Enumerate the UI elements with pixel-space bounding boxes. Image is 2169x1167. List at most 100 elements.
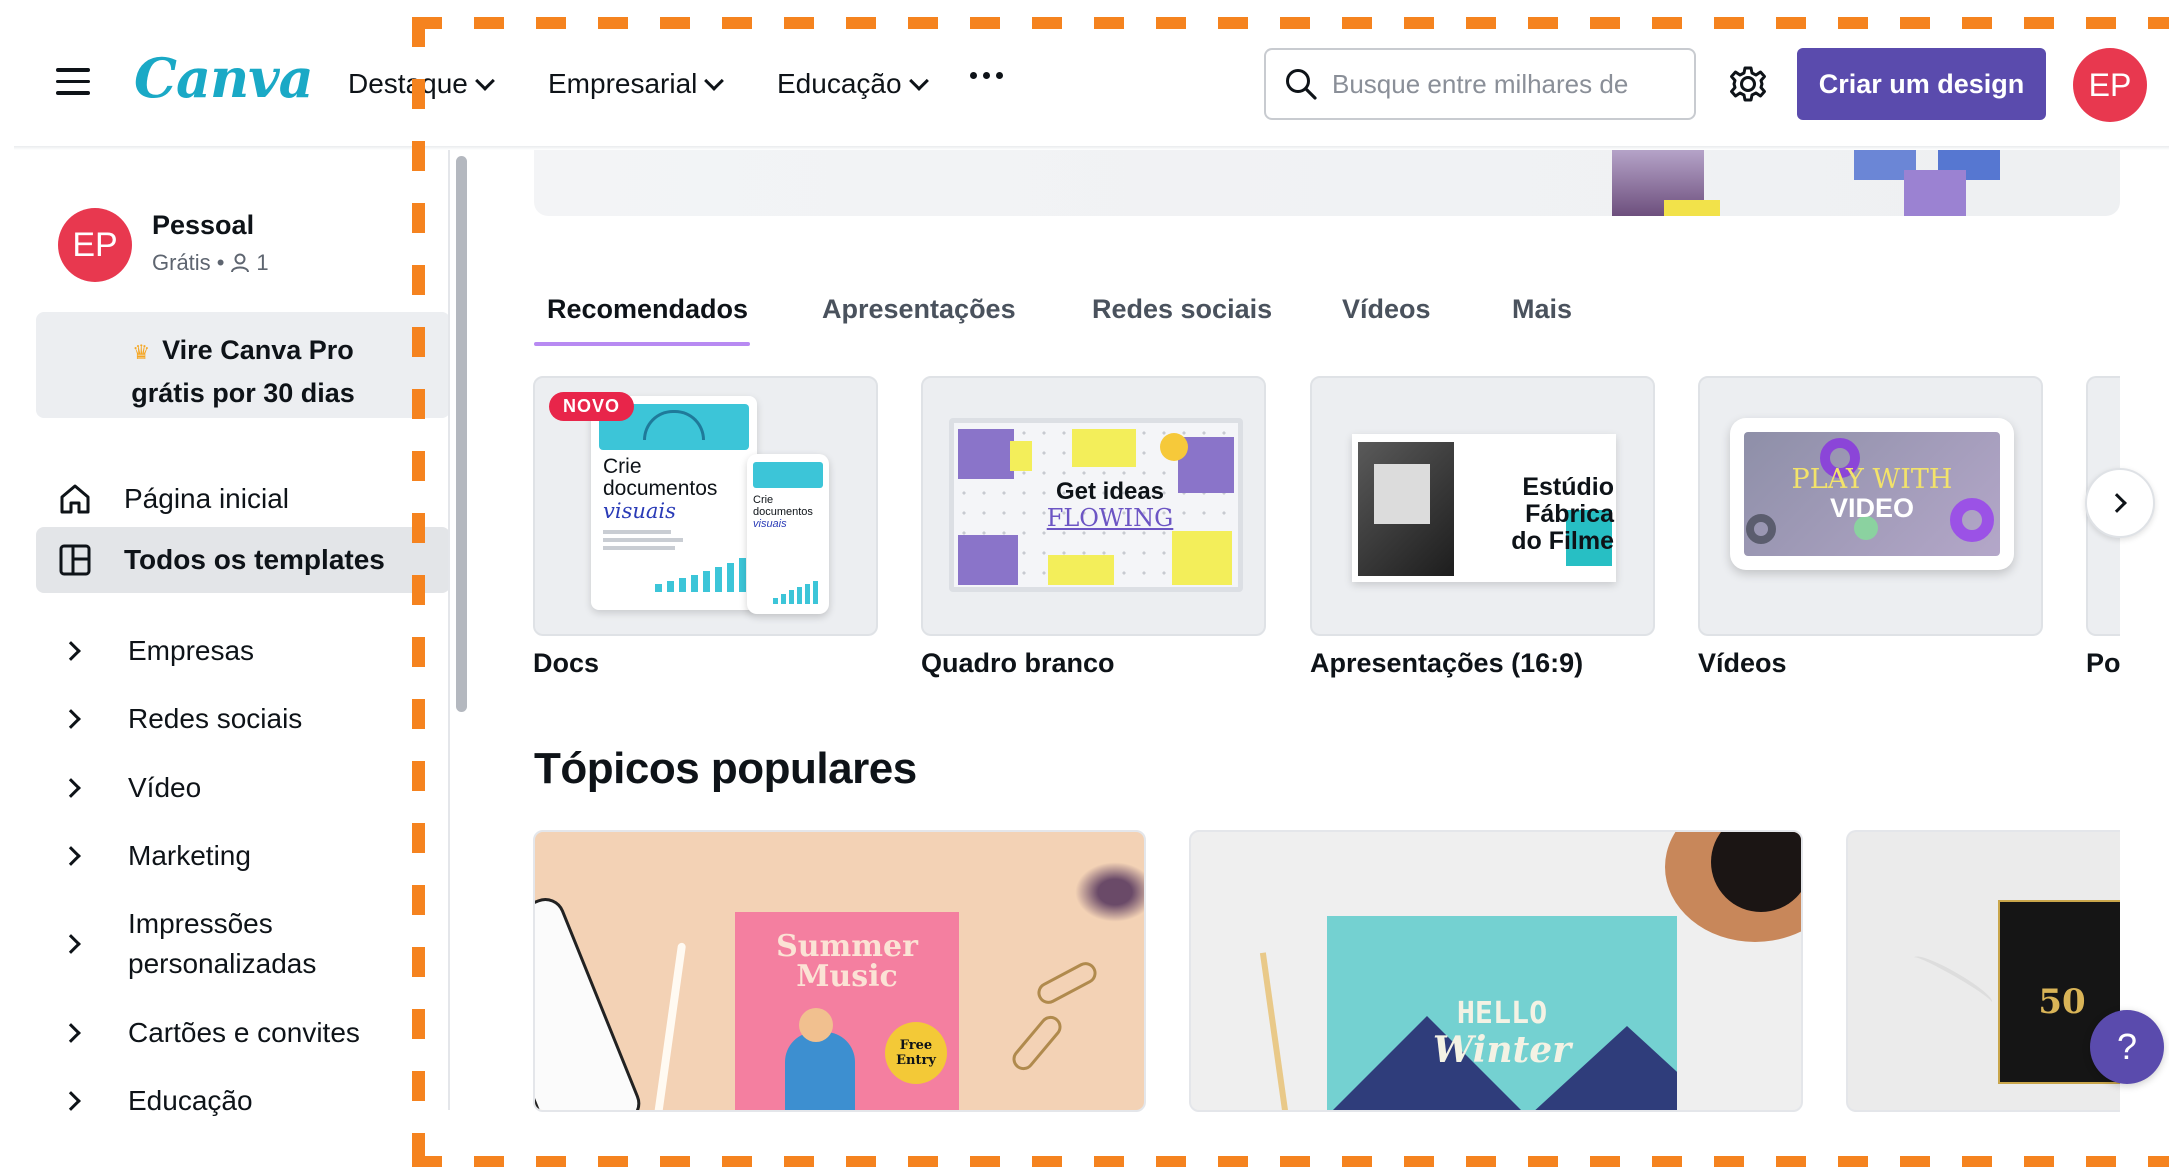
sidebar-item-label: Marketing [128, 840, 251, 871]
chevron-right-icon [61, 778, 81, 798]
category-tabs: Recomendados Apresentações Redes sociais… [534, 286, 1734, 346]
hero-banner[interactable] [534, 150, 2120, 216]
template-card-whiteboard[interactable]: Get ideas FLOWING [921, 376, 1266, 636]
tab-recomendados[interactable]: Recomendados [547, 294, 748, 325]
thumb-text: Music [796, 959, 898, 994]
create-design-button[interactable]: Criar um design [1797, 48, 2046, 120]
nav-educacao[interactable]: Educação [777, 64, 929, 104]
sidebar-item-label: Página inicial [124, 483, 289, 514]
thumb-text: PLAY WITH [1791, 464, 1953, 495]
nav-label: Empresarial [548, 68, 698, 99]
nav-empresarial[interactable]: Empresarial [548, 64, 725, 104]
chevron-right-icon [61, 709, 81, 729]
free-entry-badge: Free Entry [885, 1022, 947, 1084]
search-input[interactable] [1332, 68, 1632, 100]
menu-icon[interactable] [56, 68, 90, 98]
help-button[interactable]: ? [2090, 1010, 2164, 1084]
chevron-right-icon [61, 1091, 81, 1111]
docs-thumbnail: Crie documentos visuais [591, 396, 757, 610]
plan-label: Grátis [152, 250, 211, 275]
chevron-right-icon [61, 934, 81, 954]
nav-label: Educação [777, 68, 902, 99]
label-line1: Impressões [128, 908, 273, 939]
whiteboard-thumbnail: Get ideas FLOWING [949, 418, 1243, 592]
canva-logo[interactable]: Canva [134, 48, 314, 108]
template-card-presentations[interactable]: Estúdio Fábrica do Filme [1310, 376, 1655, 636]
sidebar: EP Pessoal Grátis • 1 ♛ Vire Canva Pro gr… [14, 150, 450, 1116]
more-horizontal-icon[interactable] [970, 72, 1003, 79]
label-line2: personalizadas [128, 948, 317, 979]
tab-redes-sociais[interactable]: Redes sociais [1092, 294, 1272, 325]
carousel-next-button[interactable] [2085, 468, 2155, 538]
thumb-text: Estúdio [1522, 473, 1614, 501]
sidebar-item-label: Todos os templates [124, 544, 385, 575]
sidebar-item-redes-sociais[interactable]: Redes sociais [36, 686, 450, 752]
profile-name[interactable]: Pessoal [152, 210, 254, 241]
chevron-down-icon [474, 71, 495, 91]
thumb-text: Get ideas [1055, 478, 1165, 505]
presentation-thumbnail: Estúdio Fábrica do Filme [1352, 434, 1616, 582]
thumb-text: Free [899, 1038, 933, 1053]
thumb-text: visuais [603, 499, 676, 523]
chevron-right-icon [61, 846, 81, 866]
search-icon [1286, 69, 1317, 100]
chevron-right-icon [61, 641, 81, 661]
selection-border-left [412, 17, 425, 1167]
promo-line1: Vire Canva Pro [162, 335, 354, 365]
new-badge: NOVO [549, 392, 635, 421]
card-label-videos[interactable]: Vídeos [1698, 648, 1787, 679]
canva-pro-promo[interactable]: ♛ Vire Canva Pro grátis por 30 dias [36, 312, 450, 418]
chevron-down-icon [704, 71, 725, 91]
active-tab-indicator [534, 342, 750, 346]
thumb-text: Entry [896, 1053, 936, 1068]
docs-mobile-thumbnail: Crie documentos visuais [747, 454, 829, 614]
templates-icon [56, 541, 94, 579]
sidebar-item-cartoes[interactable]: Cartões e convites [36, 1000, 450, 1066]
tab-mais[interactable]: Mais [1512, 294, 1572, 325]
sidebar-scrollbar[interactable] [456, 156, 467, 712]
crown-icon: ♛ [132, 342, 151, 364]
sidebar-item-impressoes[interactable]: Impressões personalizadas [36, 902, 450, 986]
template-card-videos[interactable]: PLAY WITH VIDEO [1698, 376, 2043, 636]
sidebar-item-marketing[interactable]: Marketing [36, 823, 450, 889]
sidebar-item-label: Redes sociais [128, 703, 303, 734]
member-count: 1 [256, 250, 269, 275]
card-label-docs[interactable]: Docs [533, 648, 599, 679]
tab-videos[interactable]: Vídeos [1342, 294, 1431, 325]
sidebar-item-empresas[interactable]: Empresas [36, 618, 450, 684]
sidebar-item-video[interactable]: Vídeo [36, 755, 450, 821]
thumb-text: HELLO [1456, 996, 1548, 1031]
sidebar-item-educacao[interactable]: Educação [36, 1068, 450, 1134]
card-label-whiteboard[interactable]: Quadro branco [921, 648, 1115, 679]
sidebar-item-label: Educação [128, 1085, 253, 1116]
template-card-docs[interactable]: Crie documentos visuais Crie documentos … [533, 376, 878, 636]
thumb-text: Crie [753, 494, 774, 506]
person-icon [231, 253, 250, 273]
sidebar-item-all-templates[interactable]: Todos os templates [36, 527, 450, 593]
thumb-text: Winter [1432, 1029, 1572, 1071]
phone-image [535, 892, 647, 1110]
chevron-right-icon [61, 1023, 81, 1043]
search-box[interactable] [1264, 48, 1696, 120]
chevron-right-icon [2107, 493, 2127, 513]
sidebar-item-label: Cartões e convites [128, 1017, 360, 1048]
thumb-text: Crie [603, 455, 642, 478]
topic-card-music[interactable]: Summer Music Free Entry [533, 830, 1146, 1112]
gear-icon[interactable] [1726, 62, 1770, 106]
topic-card-winter[interactable]: HELLO Winter [1189, 830, 1803, 1112]
tab-apresentacoes[interactable]: Apresentações [822, 294, 1016, 325]
card-label-presentations[interactable]: Apresentações (16:9) [1310, 648, 1583, 679]
promo-line2: grátis por 30 dias [131, 378, 355, 408]
thumb-text: do Filme [1511, 527, 1614, 555]
poster-thumbnail: Summer Music Free Entry [735, 912, 959, 1110]
profile-avatar[interactable]: EP [58, 208, 132, 282]
topic-card-birthday[interactable]: 50 [1846, 830, 2120, 1112]
sidebar-item-home[interactable]: Página inicial [36, 466, 450, 532]
avatar[interactable]: EP [2073, 48, 2147, 122]
thumb-text: FLOWING [1046, 504, 1174, 532]
card-label-partial[interactable]: Po [2086, 648, 2120, 679]
thumb-text: visuais [753, 518, 787, 530]
separator: • [216, 250, 225, 275]
card-thumbnail: HELLO Winter [1327, 916, 1677, 1110]
nav-label: Destaque [348, 68, 468, 99]
